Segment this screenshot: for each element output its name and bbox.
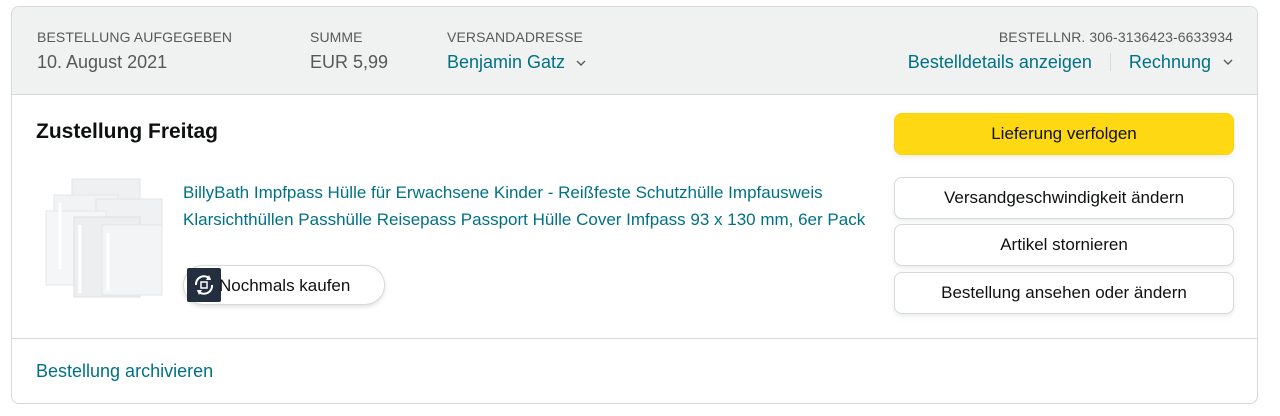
delivery-status-heading: Zustellung Freitag <box>36 120 219 143</box>
order-total-column: SUMME EUR 5,99 <box>310 28 388 74</box>
ship-to-name[interactable]: Benjamin Gatz <box>447 52 565 72</box>
order-number-column: BESTELLNR. 306-3136423-6633934 Bestellde… <box>908 28 1233 74</box>
order-card: BESTELLUNG AUFGEGEBEN 10. August 2021 SU… <box>11 6 1258 404</box>
view-edit-order-button[interactable]: Bestellung ansehen oder ändern <box>894 272 1234 314</box>
ship-to-column: VERSANDADRESSE Benjamin Gatz <box>447 28 586 74</box>
track-package-button[interactable]: Lieferung verfolgen <box>894 113 1234 155</box>
ship-to-dropdown[interactable]: Benjamin Gatz <box>447 50 586 74</box>
invoice-link[interactable]: Rechnung <box>1129 50 1211 74</box>
order-header: BESTELLUNG AUFGEGEBEN 10. August 2021 SU… <box>12 7 1257 95</box>
product-image[interactable] <box>44 177 166 299</box>
header-links: Bestelldetails anzeigen Rechnung <box>908 50 1233 74</box>
change-shipping-speed-button[interactable]: Versandgeschwindigkeit ändern <box>894 177 1234 219</box>
order-details-link[interactable]: Bestelldetails anzeigen <box>908 50 1092 74</box>
order-total-value: EUR 5,99 <box>310 52 389 72</box>
chevron-down-icon[interactable] <box>1223 59 1233 66</box>
chevron-down-icon <box>576 60 586 66</box>
divider <box>1109 53 1111 71</box>
archive-order-link[interactable]: Bestellung archivieren <box>36 361 213 382</box>
product-title-link[interactable]: BillyBath Impfpass Hülle für Erwachsene … <box>183 179 873 233</box>
order-date-label: BESTELLUNG AUFGEGEBEN <box>37 29 233 45</box>
order-total-label: SUMME <box>310 29 363 45</box>
order-date-column: BESTELLUNG AUFGEGEBEN 10. August 2021 <box>37 28 232 74</box>
buy-again-label: Nochmals kaufen <box>219 276 351 295</box>
product-thumbnail-icon <box>45 178 163 298</box>
ship-to-label: VERSANDADRESSE <box>447 29 583 45</box>
buy-again-button[interactable]: Nochmals kaufen <box>183 265 385 305</box>
divider <box>12 338 1257 339</box>
order-date-value: 10. August 2021 <box>37 52 168 72</box>
refresh-cart-icon <box>187 268 221 302</box>
cancel-item-button[interactable]: Artikel stornieren <box>894 224 1234 266</box>
order-number: BESTELLNR. 306-3136423-6633934 <box>998 29 1233 45</box>
